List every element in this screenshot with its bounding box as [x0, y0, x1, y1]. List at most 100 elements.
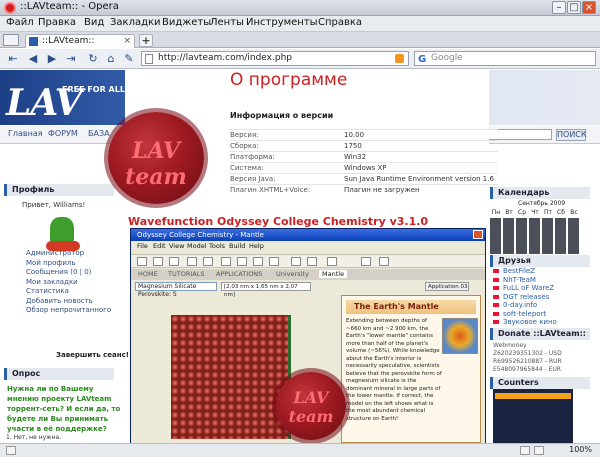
- menu-bookmarks[interactable]: Закладки: [110, 17, 161, 28]
- friend-link[interactable]: DGT releases: [493, 293, 593, 302]
- about-title: О программе: [230, 70, 348, 90]
- wax-seal-image: LAV team: [108, 112, 204, 204]
- logout-link[interactable]: Завершить сеанс!: [56, 351, 129, 359]
- close-button[interactable]: ×: [582, 1, 596, 14]
- calendar-day-thu: Чт: [531, 209, 539, 216]
- app-view-icon: [379, 257, 389, 266]
- app-zoom-icon: [269, 257, 279, 266]
- search-field[interactable]: G Google: [414, 51, 596, 66]
- post-title[interactable]: Wavefunction Odyssey College Chemistry v…: [128, 215, 428, 228]
- profile-link-profile[interactable]: Мой профиль: [26, 259, 111, 269]
- menu-widgets[interactable]: Виджеты: [162, 17, 211, 28]
- menu-tools[interactable]: Инструменты: [246, 17, 318, 28]
- about-row: Версия: 10.00: [230, 129, 498, 140]
- rss-feed-icon[interactable]: [395, 54, 404, 63]
- about-row: Плагин XHTML+Voice: Плагин не загружен: [230, 184, 498, 195]
- app-help-icon: [361, 257, 371, 266]
- minimize-button[interactable]: –: [552, 1, 566, 14]
- zoom-level[interactable]: 100%: [569, 445, 592, 454]
- friend-link[interactable]: 0-day.info: [493, 301, 593, 310]
- site-search-button[interactable]: ПОИСК: [556, 129, 587, 141]
- fast-forward-icon[interactable]: ⇥: [64, 52, 78, 66]
- calendar-dates[interactable]: [490, 218, 580, 254]
- calendar-header: Календарь: [490, 187, 590, 199]
- app-menu-file: File: [137, 242, 148, 250]
- tab-bar: ::LAVteam:: × +: [0, 32, 600, 48]
- tab-lavteam[interactable]: ::LAVteam:: ×: [25, 34, 135, 48]
- home-icon[interactable]: ⌂: [104, 52, 118, 66]
- friend-link[interactable]: Звуковое кино: [493, 318, 593, 327]
- menu-edit[interactable]: Правка: [38, 17, 76, 28]
- app-add-icon: [291, 257, 301, 266]
- close-tab-icon[interactable]: ×: [123, 35, 131, 48]
- app-remove-icon: [307, 257, 317, 266]
- app-title: Odyssey College Chemistry - Mantle: [137, 231, 264, 239]
- home-first-icon[interactable]: ⇤: [6, 52, 20, 66]
- browser-window: ::LAVteam:: - Opera – □ × Файл Правка Ви…: [0, 0, 600, 457]
- address-field[interactable]: http://lavteam.com/index.php: [141, 51, 409, 66]
- friend-link[interactable]: soft-teleport: [493, 310, 593, 319]
- new-tab-button[interactable]: +: [139, 34, 153, 47]
- forward-icon[interactable]: ▶: [45, 52, 59, 66]
- calendar-day-sun: Вс: [570, 209, 578, 216]
- app-close-icon: [473, 230, 483, 239]
- panel-icon[interactable]: [6, 446, 16, 455]
- mantle-title: The Earth's Mantle: [346, 300, 476, 314]
- profile-link-unread[interactable]: Обзор непрочитанного: [26, 306, 111, 316]
- app-tab-applications: APPLICATIONS: [216, 270, 263, 278]
- app-dimensions: [2,03 nm x 1,65 nm x 2,07 nm]: [221, 282, 311, 298]
- poll-option[interactable]: 1. Нет, не нужна.: [6, 434, 61, 441]
- avatar: [42, 213, 84, 253]
- menu-feeds[interactable]: Ленты: [210, 17, 244, 28]
- zoom-icon[interactable]: [534, 446, 544, 455]
- about-value: Плагин не загружен: [344, 186, 420, 194]
- view-icon[interactable]: [520, 446, 530, 455]
- nav-forum[interactable]: ФОРУМ: [48, 129, 78, 138]
- nav-home[interactable]: Главная: [8, 129, 43, 138]
- profile-links: Администратор Мой профиль Сообщения (0 |…: [26, 249, 111, 316]
- donate-wallet: R699526210887 - RUR: [493, 358, 562, 365]
- panel-toggle-button[interactable]: [3, 34, 19, 46]
- address-toolbar: ⇤ ◀ ▶ ⇥ ↻ ⌂ ✎ http://lavteam.com/index.p…: [0, 49, 600, 69]
- app-menu-view: View: [169, 242, 185, 250]
- app-menu-tools: Tools: [209, 242, 226, 250]
- search-placeholder: Google: [431, 53, 463, 63]
- title-bar: ::LAVteam:: - Opera – □ ×: [0, 0, 600, 16]
- edit-icon[interactable]: ✎: [122, 52, 136, 66]
- app-menu-build: Build: [229, 242, 246, 250]
- app-measure-icon: [327, 257, 337, 266]
- reload-icon[interactable]: ↻: [86, 52, 100, 66]
- friends-header: Друзья: [490, 255, 590, 267]
- nav-base[interactable]: БАЗА: [88, 129, 110, 138]
- maximize-button[interactable]: □: [567, 1, 581, 14]
- crystal-model-image: [171, 315, 291, 439]
- donate-label: Webmoney: [493, 342, 527, 349]
- menu-help[interactable]: Справка: [318, 17, 362, 28]
- app-save-icon: [169, 257, 179, 266]
- friend-link[interactable]: NhT-TeaM: [493, 276, 593, 285]
- friend-link[interactable]: BestFileZ: [493, 267, 593, 276]
- page-icon: [145, 54, 153, 64]
- mantle-text: Extending between depths of ~660 km and …: [346, 318, 442, 422]
- profile-link-bookmarks[interactable]: Мои закладки: [26, 278, 111, 288]
- app-tabs: HOME TUTORIALS APPLICATIONS University M…: [131, 269, 485, 280]
- app-menu-help: Help: [249, 242, 264, 250]
- donate-wallet: Z620239351302 - USD: [493, 350, 562, 357]
- wax-seal-image: LAV team: [276, 372, 346, 440]
- menu-view[interactable]: Вид: [84, 17, 104, 28]
- profile-link-stats[interactable]: Статистика: [26, 287, 111, 297]
- profile-greeting: Привет, Williams!: [22, 201, 86, 209]
- profile-link-messages[interactable]: Сообщения (0 | 0): [26, 268, 111, 278]
- menu-file[interactable]: Файл: [6, 17, 34, 28]
- counter-bar: [495, 393, 571, 399]
- profile-link-add-news[interactable]: Добавить новость: [26, 297, 111, 307]
- profile-link-admin[interactable]: Администратор: [26, 249, 111, 259]
- counter-widget[interactable]: [493, 389, 573, 443]
- donate-header: Donate ::LAVteam::: [490, 328, 590, 340]
- friend-link[interactable]: FuLL oF WareZ: [493, 284, 593, 293]
- about-row: Система: Windows XP: [230, 162, 498, 173]
- app-open-icon: [153, 257, 163, 266]
- profile-header: Профиль: [4, 184, 114, 196]
- app-tab-university: University: [276, 270, 309, 278]
- back-icon[interactable]: ◀: [26, 52, 40, 66]
